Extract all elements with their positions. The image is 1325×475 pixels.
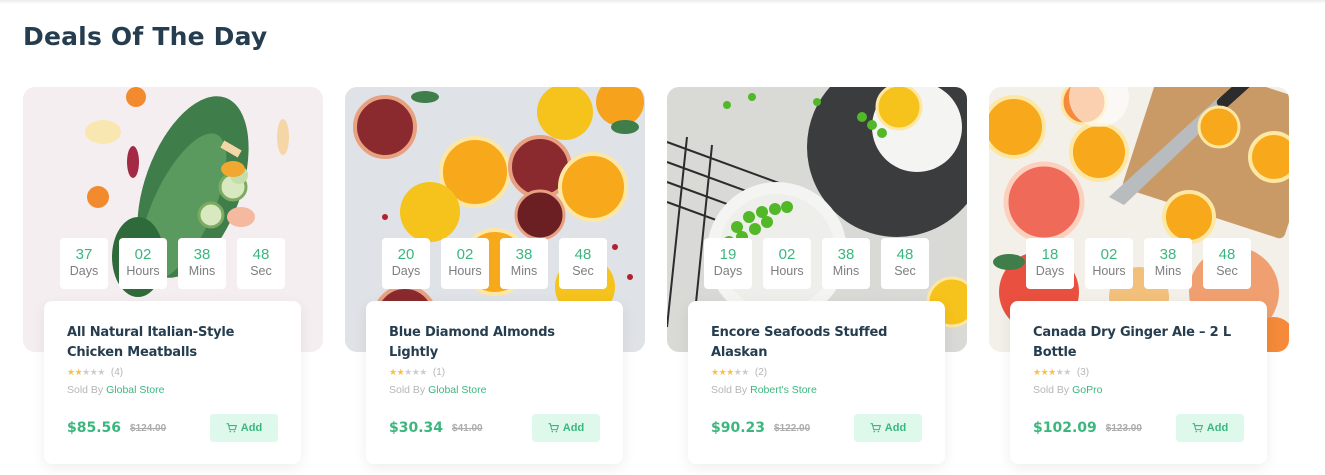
old-price: $122.00 — [774, 422, 811, 434]
countdown-hours: 02 Hours — [441, 238, 489, 289]
countdown-days: 20 Days — [382, 238, 430, 289]
countdown-mins: 38 Mins — [178, 238, 226, 289]
countdown-sec: 48 Sec — [881, 238, 929, 289]
current-price: $90.23 — [711, 420, 766, 436]
cart-icon — [226, 423, 237, 433]
countdown-mins: 38 Mins — [822, 238, 870, 289]
countdown-days: 37 Days — [60, 238, 108, 289]
countdown-mins: 38 Mins — [1144, 238, 1192, 289]
add-to-cart-button[interactable]: Add — [854, 414, 922, 442]
countdown-hours: 02 Hours — [763, 238, 811, 289]
store-link[interactable]: Global Store — [428, 384, 486, 396]
cart-icon — [548, 423, 559, 433]
countdown-timer: 18 Days 02 Hours 38 Mins 48 Sec — [1026, 238, 1251, 289]
countdown-mins: 38 Mins — [500, 238, 548, 289]
product-rating: ★★★★★ (3) — [1033, 365, 1244, 379]
rating-stars-icon: ★★★★★ — [67, 367, 105, 377]
add-to-cart-button[interactable]: Add — [1176, 414, 1244, 442]
product-title[interactable]: Canada Dry Ginger Ale – 2 L Bottle — [1033, 323, 1244, 363]
countdown-hours: 02 Hours — [119, 238, 167, 289]
rating-stars-icon: ★★★★★ — [389, 367, 427, 377]
product-info: Canada Dry Ginger Ale – 2 L Bottle ★★★★★… — [1010, 301, 1267, 464]
add-to-cart-button[interactable]: Add — [532, 414, 600, 442]
old-price: $123.00 — [1105, 422, 1142, 434]
rating-stars-icon: ★★★★★ — [1033, 367, 1071, 377]
countdown-sec: 48 Sec — [1203, 238, 1251, 289]
store-link[interactable]: Robert's Store — [750, 384, 817, 396]
rating-count: (3) — [1076, 366, 1090, 378]
store-link[interactable]: GoPro — [1072, 384, 1102, 396]
countdown-hours: 02 Hours — [1085, 238, 1133, 289]
sold-by: Sold By GoPro — [1033, 384, 1103, 396]
rating-stars-icon: ★★★★★ — [711, 367, 749, 377]
store-link[interactable]: Global Store — [106, 384, 164, 396]
current-price: $102.09 — [1033, 420, 1097, 436]
product-info: Encore Seafoods Stuffed Alaskan ★★★★★ (2… — [688, 301, 945, 464]
product-title[interactable]: All Natural Italian-Style Chicken Meatba… — [67, 323, 278, 363]
cart-icon — [870, 423, 881, 433]
product-rating: ★★★★★ (1) — [389, 365, 600, 379]
deal-card[interactable]: 37 Days 02 Hours 38 Mins 48 Sec All Natural … — [23, 87, 323, 467]
countdown-days: 18 Days — [1026, 238, 1074, 289]
product-rating: ★★★★★ (2) — [711, 365, 922, 379]
countdown-timer: 37 Days 02 Hours 38 Mins 48 Sec — [60, 238, 285, 289]
deal-card[interactable]: 19 Days 02 Hours 38 Mins 48 Sec Encore Seafo… — [667, 87, 967, 467]
rating-count: (1) — [432, 366, 446, 378]
sold-by: Sold By Global Store — [389, 384, 487, 396]
product-info: Blue Diamond Almonds Lightly ★★★★★ (1) S… — [366, 301, 623, 464]
product-rating: ★★★★★ (4) — [67, 365, 278, 379]
sold-by: Sold By Global Store — [67, 384, 165, 396]
product-title[interactable]: Blue Diamond Almonds Lightly — [389, 323, 600, 363]
current-price: $85.56 — [67, 420, 122, 436]
old-price: $124.00 — [130, 422, 167, 434]
deal-card[interactable]: 20 Days 02 Hours 38 Mins 48 Sec Blue Diamond… — [345, 87, 645, 467]
sold-by: Sold By Robert's Store — [711, 384, 817, 396]
countdown-timer: 20 Days 02 Hours 38 Mins 48 Sec — [382, 238, 607, 289]
rating-count: (4) — [110, 366, 124, 378]
countdown-days: 19 Days — [704, 238, 752, 289]
countdown-timer: 19 Days 02 Hours 38 Mins 48 Sec — [704, 238, 929, 289]
product-title[interactable]: Encore Seafoods Stuffed Alaskan — [711, 323, 922, 363]
countdown-sec: 48 Sec — [559, 238, 607, 289]
cart-icon — [1192, 423, 1203, 433]
current-price: $30.34 — [389, 420, 444, 436]
add-to-cart-button[interactable]: Add — [210, 414, 278, 442]
header-shadow — [0, 0, 1325, 4]
section-title: Deals Of The Day — [23, 22, 268, 51]
old-price: $41.00 — [452, 422, 483, 434]
rating-count: (2) — [754, 366, 768, 378]
product-info: All Natural Italian-Style Chicken Meatba… — [44, 301, 301, 464]
deal-card[interactable]: 18 Days 02 Hours 38 Mins 48 Sec Canada Dry G… — [989, 87, 1289, 467]
countdown-sec: 48 Sec — [237, 238, 285, 289]
